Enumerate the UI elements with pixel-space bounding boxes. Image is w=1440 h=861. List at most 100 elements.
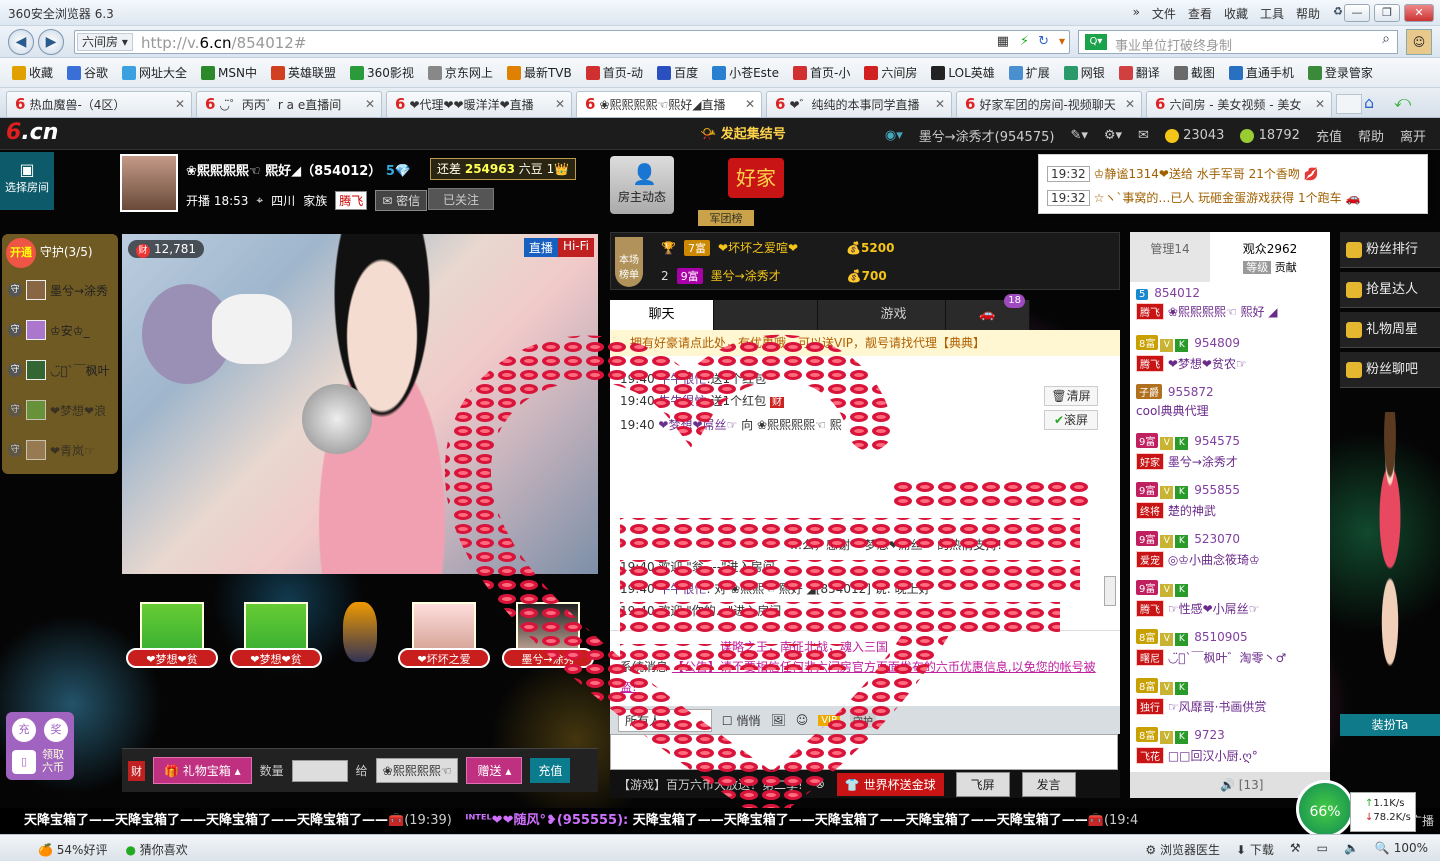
window-icon[interactable]: ▭ [1317,841,1328,858]
url-text[interactable]: http://v.6.cn/854012# [141,34,306,52]
network-speed-ball[interactable]: 66% [1296,780,1354,838]
browser-tab[interactable]: 6 热血魔兽-（4区） ✕ [6,91,192,117]
tab-chat[interactable]: 聊天 [610,300,714,330]
site-logo[interactable]: 6.cn [6,120,58,145]
menu-more-icon[interactable]: » [1133,5,1140,22]
fans-chat-button[interactable]: 粉丝聊吧 [1340,352,1440,388]
favorite-item[interactable]: 翻译 [1113,64,1166,81]
charge-mini-button[interactable]: 充 [12,718,36,742]
user-avatar-icon[interactable]: ☺ [1406,29,1432,55]
menu-file[interactable]: 文件 [1152,5,1176,22]
menu-favorites[interactable]: 收藏 [1224,5,1248,22]
gift-item[interactable]: 墨兮→涂秀 [502,602,594,682]
prize-mini-button[interactable]: 奖 [44,718,68,742]
favorite-item[interactable]: 六间房 [858,64,923,81]
sort-level-button[interactable]: 等级 [1243,261,1272,274]
fly-screen-button[interactable]: 飞屏 [955,771,1010,797]
audience-row[interactable]: 子爵 955872 cool典典代理 [1136,384,1214,419]
audience-row[interactable]: 8富 V K 8510905 曙尼 ◡̈⃝`￣枫叶゛淘零丶♂ [1136,629,1286,666]
follow-button[interactable]: 已关注 [428,188,494,210]
close-tab-icon[interactable]: ✕ [1125,92,1135,116]
close-tab-icon[interactable]: ✕ [745,92,755,116]
restore-button[interactable]: ❐ [1374,4,1400,22]
chat-top-note[interactable]: 拥有好豪请点此处，有优惠哦，可以送VIP，靓号请找代理【典典】 [610,330,1120,356]
volume-icon[interactable]: 🔊 [1220,778,1235,792]
emoji-icon[interactable]: ☺ [796,713,809,727]
search-engine-icon[interactable]: Q▾ [1085,34,1107,50]
audience-row[interactable]: 9富 V K 955855 终将 楚的神武 [1136,482,1240,519]
browser-tab[interactable]: 6 六间房 - 美女视频 - 美女 ✕ [1146,91,1332,117]
rating-link[interactable]: 🍊 54%好评 [38,841,107,858]
host-dynamic-button[interactable]: 👤 房主动态 [610,156,674,214]
choose-room-button[interactable]: ▣ 选择房间 [0,152,54,210]
gift-item[interactable]: ❤坏坏之爱 [398,602,490,682]
search-input[interactable]: 事业单位打破终身制 [1115,35,1232,54]
favorite-item[interactable]: 京东网上 [422,64,499,81]
favorite-item[interactable]: 360影视 [344,64,420,81]
favorite-item[interactable]: 小苍Este [706,64,785,81]
send-message-button[interactable]: 发言 [1021,771,1076,797]
guard-member[interactable]: 守 ❤梦想❤浪 [8,398,106,422]
browser-tab[interactable]: 6 ❤゛纯纯的本事同学直播 ✕ [766,91,952,117]
favorite-item[interactable]: 扩展 [1003,64,1056,81]
favorite-item[interactable]: 首页-小 [787,64,856,81]
video-player[interactable]: 财 12,781 直播 Hi-Fi [122,234,598,574]
favorite-item[interactable]: 网银 [1058,64,1111,81]
menu-view[interactable]: 查看 [1188,5,1212,22]
chat-input[interactable] [610,734,1118,770]
gear-icon[interactable]: ⚙▾ [1104,128,1122,143]
gift-star-button[interactable]: 礼物周星 [1340,312,1440,348]
browser-tab[interactable]: 6 ◡̈゜丙丙゛r a e直播间 ✕ [196,91,382,117]
guard-icon[interactable]: 守护 [850,712,877,728]
favorite-item[interactable]: 截图 [1168,64,1221,81]
close-window-button[interactable]: ✕ [1404,4,1434,22]
tab-viewers[interactable]: 观众2962 等级 贡献 [1210,232,1330,282]
search-box[interactable]: Q▾ 事业单位打破终身制 [1078,30,1398,54]
menu-tools[interactable]: 工具 [1260,5,1284,22]
download-link[interactable]: ⬇ 下载 [1236,841,1274,858]
guard-member[interactable]: 守 ♔安♔_ [8,318,90,342]
guard-member[interactable]: 守 ❤青岚☞ [8,438,95,462]
close-tab-icon[interactable]: ✕ [555,92,565,116]
forward-button[interactable]: ▶ [38,29,64,55]
leave-link[interactable]: 离开 [1400,126,1426,145]
close-promo-icon[interactable]: ⊗ [815,777,825,791]
close-tab-icon[interactable]: ✕ [935,92,945,116]
gift-box-button[interactable]: 🎁 礼物宝箱 ▴ [153,757,252,784]
promo-link[interactable]: 【游戏】百万六币大放送！第二季! [618,776,803,793]
close-tab-icon[interactable]: ✕ [1315,92,1325,116]
favorite-item[interactable]: 谷歌 [61,64,114,81]
tools-icon[interactable]: ⚒ [1290,841,1301,858]
family-badge[interactable]: 腾飞 [335,191,368,210]
image-icon[interactable]: 🖼 [770,713,785,727]
avatar-dressup-figure[interactable] [1350,412,1430,712]
menu-help[interactable]: 帮助 [1296,5,1320,22]
sort-contrib-button[interactable]: 贡献 [1275,261,1297,274]
settings-dropdown-icon[interactable]: ◉▾ [885,128,903,143]
host-avatar[interactable] [120,154,178,212]
undo-close-icon[interactable]: ⤺ [1394,92,1411,112]
favorite-item[interactable]: LOL英雄 [925,64,1000,81]
tab-car[interactable]: 🚗 18 [946,294,1030,330]
close-tab-icon[interactable]: ✕ [365,92,375,116]
chat-scrollbar[interactable] [1104,576,1116,606]
close-tab-icon[interactable]: ✕ [175,92,185,116]
guard-member[interactable]: 守墨兮→涂秀 [8,278,108,302]
juntuan-rank-button[interactable]: 军团榜 [698,210,754,226]
gift-target-select[interactable]: ❀熙熙熙熙☜ [375,758,459,783]
guess-link[interactable]: ● 猜你喜欢 [125,841,187,858]
claim-coins-link[interactable]: 领取六币 [42,748,72,774]
leaderboard-row[interactable]: 🏆 7富 ❤坏坏之爱喧❤ 💰5200 [661,239,894,256]
tab-2[interactable] [714,300,818,330]
qr-icon[interactable]: ▦ [997,34,1009,49]
private-message-button[interactable]: ✉ 密信 [375,190,428,211]
send-gift-button[interactable]: 赠送 ▴ [466,757,523,784]
fans-ranking-button[interactable]: 粉丝排行 [1340,232,1440,268]
url-box[interactable]: 六间房 ▾ http://v.6.cn/854012# ▦ ⚡ ↻ ▾ [74,30,1070,54]
star-catcher-button[interactable]: 抢星达人 [1340,272,1440,308]
edit-icon[interactable]: ✎▾ [1070,128,1087,143]
dress-up-button[interactable]: 装扮Ta [1340,714,1440,736]
help-link[interactable]: 帮助 [1358,126,1384,145]
whisper-checkbox[interactable]: ☐ 悄悄 [722,712,761,729]
new-tab-button[interactable] [1336,94,1362,114]
